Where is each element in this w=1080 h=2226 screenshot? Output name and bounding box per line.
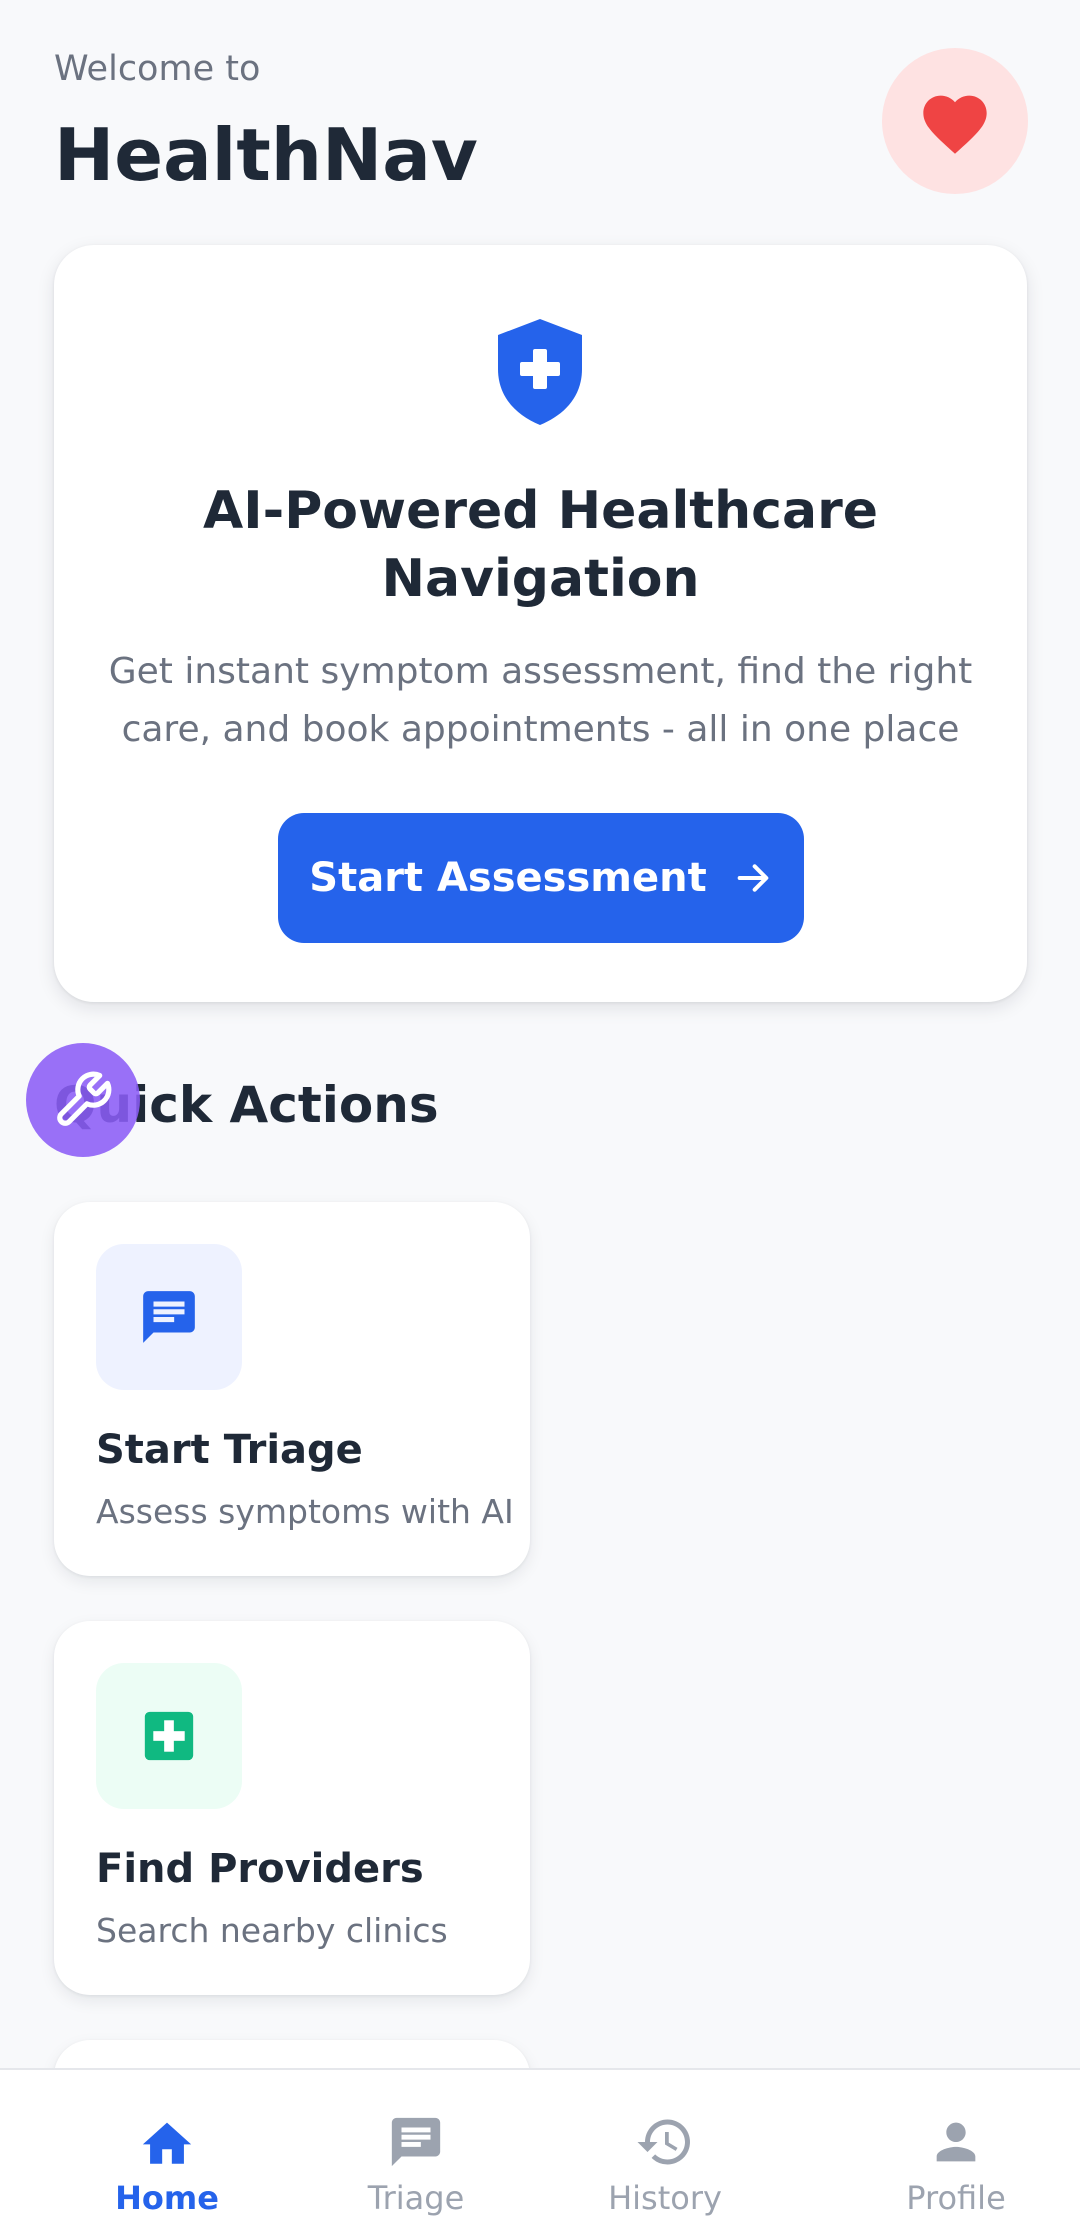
welcome-text: Welcome to (54, 49, 261, 89)
card-title: Start Triage (96, 1427, 363, 1473)
card-subtitle: Assess symptoms with AI (96, 1492, 514, 1531)
app-title: HealthNav (54, 113, 478, 197)
shield-plus-icon (498, 319, 582, 425)
bottom-nav: Home Triage History Profile (0, 2068, 1080, 2226)
nav-item-triage[interactable]: Triage (334, 2070, 498, 2226)
nav-item-profile[interactable]: Profile (832, 2070, 1080, 2226)
find-providers-icon-tile (96, 1663, 242, 1809)
favorites-button[interactable] (882, 48, 1028, 194)
history-icon (635, 2112, 695, 2172)
nav-item-home[interactable]: Home (0, 2070, 334, 2226)
hero-description: Get instant symptom assessment, find the… (108, 651, 973, 750)
start-triage-card[interactable]: Start Triage Assess symptoms with AI (54, 1202, 530, 1576)
start-assessment-button[interactable]: Start Assessment (278, 813, 804, 943)
nav-label-profile: Profile (906, 2179, 1006, 2217)
start-assessment-label: Start Assessment (309, 855, 707, 901)
wrench-icon (57, 1071, 112, 1126)
start-triage-icon-tile (96, 1244, 242, 1390)
home-icon (137, 2112, 197, 2172)
find-providers-card[interactable]: Find Providers Search nearby clinics (54, 1621, 530, 1995)
nav-item-history[interactable]: History (498, 2070, 832, 2226)
chat-icon (386, 2112, 446, 2172)
nav-label-history: History (608, 2179, 722, 2217)
hero-card: AI-Powered Healthcare Navigation Get ins… (54, 245, 1027, 1002)
chat-icon (143, 1291, 195, 1343)
arrow-right-icon (737, 864, 769, 892)
nav-label-triage: Triage (367, 2179, 465, 2217)
medical-cross-icon (144, 1711, 194, 1761)
card-title: Find Providers (96, 1846, 424, 1892)
person-icon (926, 2112, 986, 2172)
hero-title: AI-Powered Healthcare Navigation (203, 481, 878, 609)
heart-icon (923, 95, 987, 154)
card-subtitle: Search nearby clinics (96, 1911, 448, 1950)
nav-label-home: Home (115, 2179, 219, 2217)
tools-fab-button[interactable] (26, 1043, 140, 1157)
header: Welcome to HealthNav (0, 0, 1080, 220)
